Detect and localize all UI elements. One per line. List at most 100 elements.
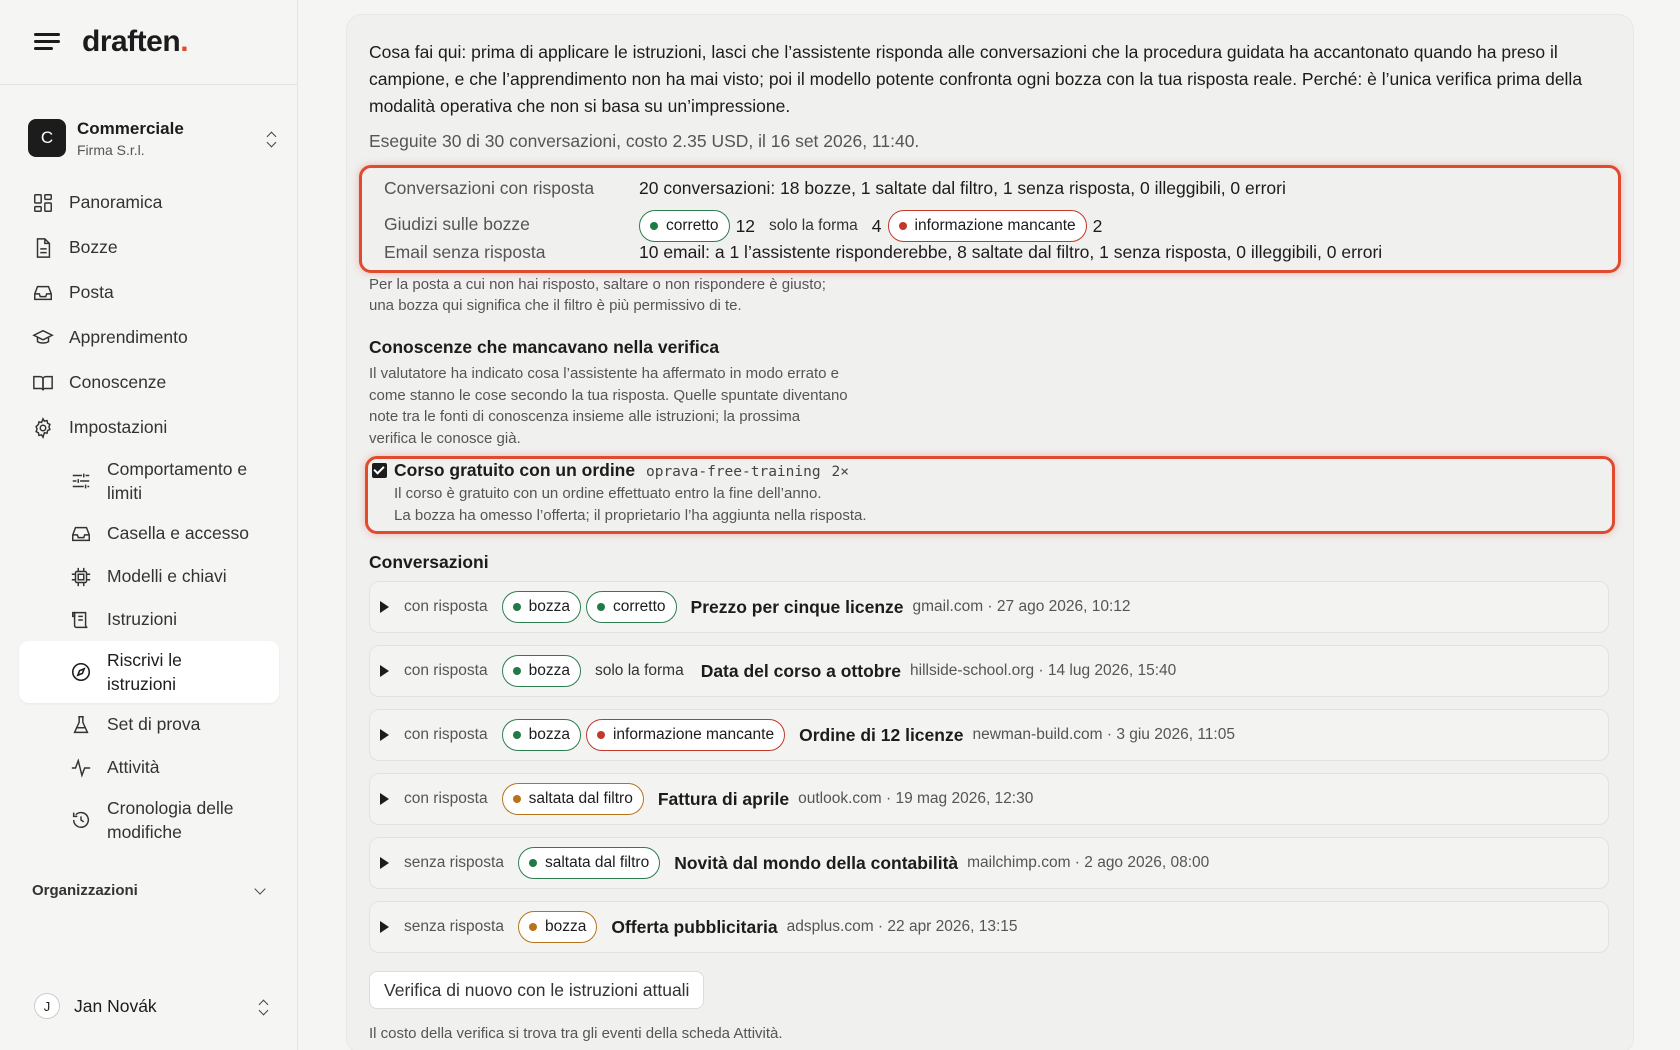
sidebar-item-istruzioni[interactable]: Istruzioni — [0, 598, 298, 641]
expand-triangle-icon[interactable] — [380, 793, 389, 805]
org-switcher[interactable]: C Commerciale Firma S.r.l. — [28, 112, 278, 164]
brand-bar: draften. — [0, 0, 297, 85]
conversation-meta: newman-build.com · 3 giu 2026, 11:05 — [972, 726, 1235, 743]
conversation-meta: hillside-school.org · 14 lug 2026, 15:40 — [910, 662, 1177, 679]
book-icon — [33, 375, 53, 390]
run-summary: Eseguite 30 di 30 conversazioni, costo 2… — [369, 131, 920, 151]
expand-triangle-icon[interactable] — [380, 857, 389, 869]
history-icon — [72, 811, 90, 828]
verdict-missing-badge[interactable]: informazione mancante — [887, 210, 1087, 242]
sidebar-item-posta[interactable]: Posta — [0, 270, 298, 315]
conversation-subject: Fattura di aprile — [657, 788, 790, 809]
org-subtitle: Firma S.r.l. — [77, 141, 145, 158]
conversation-subject: Data del corso a ottobre — [700, 660, 902, 681]
expand-triangle-icon[interactable] — [380, 601, 389, 613]
sidebar-item-modelli[interactable]: Modelli e chiavi — [0, 555, 298, 598]
sidebar-item-cronologia[interactable]: Cronologia delle modifiche — [0, 789, 298, 851]
inbox-icon — [72, 526, 90, 541]
tag-plain: solo la forma — [594, 662, 684, 679]
scroll-icon — [72, 611, 88, 628]
conversation-subject: Ordine di 12 licenze — [799, 724, 964, 745]
sidebar-item-panoramica[interactable]: Panoramica — [0, 180, 298, 225]
sidebar-item-apprendimento[interactable]: Apprendimento — [0, 315, 298, 360]
conversation-subject: Novità dal mondo della contabilità — [674, 852, 959, 873]
conversations-title: Conversazioni — [369, 552, 489, 572]
compass-icon — [71, 662, 91, 682]
conversation-subject: Prezzo per cinque licenze — [690, 596, 904, 617]
conversation-row[interactable]: con risposta saltata dal filtro Fattura … — [369, 773, 1609, 825]
knowledge-item-title: Corso gratuito con un ordine — [394, 460, 636, 480]
chevron-down-icon — [254, 882, 266, 895]
knowledge-item: Corso gratuito con un ordine oprava-free… — [365, 456, 1615, 534]
sidebar-item-casella[interactable]: Casella e accesso — [0, 512, 298, 555]
stat-answered: Conversazioni con risposta 20 conversazi… — [384, 178, 1286, 198]
conversation-meta: gmail.com · 27 ago 2026, 10:12 — [912, 598, 1131, 615]
verdict-form-count: 4 — [871, 215, 882, 236]
tag-badge: bozza — [501, 655, 581, 687]
conversation-meta: mailchimp.com · 2 ago 2026, 08:00 — [967, 854, 1210, 871]
knowledge-checkbox[interactable] — [372, 463, 387, 478]
chevron-up-down-icon — [264, 129, 278, 148]
sidebar-item-set-di-prova[interactable]: Set di prova — [0, 703, 298, 746]
avatar: J — [34, 993, 60, 1019]
logo[interactable]: draften. — [82, 25, 189, 59]
graduation-cap-icon — [32, 329, 54, 344]
recheck-button[interactable]: Verifica di nuovo con le istruzioni attu… — [369, 971, 705, 1009]
grid-icon — [34, 193, 52, 212]
flask-icon — [73, 715, 89, 733]
conversation-subject: Offerta pubblicitaria — [611, 916, 778, 937]
sidebar-nav: Panoramica Bozze Posta Apprendimento Con… — [0, 180, 298, 851]
knowledge-section-title: Conoscenze che mancavano nella verifica — [369, 337, 720, 357]
stat-unanswered: Email senza risposta 10 email: a 1 l’ass… — [384, 242, 1383, 262]
org-avatar: C — [28, 119, 66, 157]
tag-badge: informazione mancante — [585, 719, 786, 751]
sidebar-item-riscrivi[interactable]: Riscrivi le istruzioni — [19, 641, 279, 703]
conversation-row[interactable]: con risposta bozza solo la forma Data de… — [369, 645, 1609, 697]
stats-highlight: Conversazioni con risposta 20 conversazi… — [359, 165, 1621, 273]
tag-badge: bozza — [501, 719, 581, 751]
main-panel: Cosa fai qui: prima di applicare le istr… — [346, 14, 1634, 1050]
sidebar-item-conoscenze[interactable]: Conoscenze — [0, 360, 298, 405]
knowledge-item-code: oprava-free-training — [645, 464, 821, 480]
conversation-meta: adsplus.com · 22 apr 2026, 13:15 — [786, 918, 1018, 935]
user-name: Jan Novák — [74, 995, 157, 1016]
expand-triangle-icon[interactable] — [380, 921, 389, 933]
chip-icon — [71, 567, 91, 586]
conversation-row[interactable]: senza risposta bozza Offerta pubblicitar… — [369, 901, 1609, 953]
tag-badge: saltata dal filtro — [517, 847, 661, 879]
sidebar-item-comportamento[interactable]: Comportamento e limiti — [0, 450, 298, 512]
sidebar-item-attivita[interactable]: Attività — [0, 746, 298, 789]
organizations-toggle[interactable]: Organizzazioni — [32, 882, 268, 899]
verdict-correct-badge[interactable]: corretto — [639, 210, 730, 242]
tag-badge: saltata dal filtro — [501, 783, 644, 815]
org-name: Commerciale — [77, 118, 184, 138]
gear-icon — [35, 416, 51, 439]
knowledge-item-line: Il corso è gratuito con un ordine effett… — [394, 485, 822, 502]
sidebar: draften. C Commerciale Firma S.r.l. Pano… — [0, 0, 298, 1050]
conversation-row[interactable]: senza risposta saltata dal filtro Novità… — [369, 837, 1609, 889]
sidebar-item-impostazioni[interactable]: Impostazioni — [0, 405, 298, 450]
inbox-icon — [34, 285, 52, 300]
verdict-form-label[interactable]: solo la forma — [769, 217, 858, 235]
user-menu[interactable]: J Jan Novák — [34, 993, 270, 1019]
verdict-missing-count: 2 — [1092, 215, 1103, 236]
sliders-icon — [72, 473, 90, 489]
intro-text: Cosa fai qui: prima di applicare le istr… — [369, 42, 1583, 116]
activity-icon — [71, 757, 91, 778]
conversation-meta: outlook.com · 19 mag 2026, 12:30 — [798, 790, 1034, 807]
chevron-up-down-icon — [256, 997, 270, 1016]
filter-note: Per la posta a cui non hai risposto, sal… — [369, 276, 826, 314]
document-icon — [36, 237, 51, 258]
knowledge-item-line: La bozza ha omesso l’offerta; il proprie… — [394, 507, 867, 524]
verdict-correct-count: 12 — [735, 215, 756, 236]
expand-triangle-icon[interactable] — [380, 665, 389, 677]
tag-badge: bozza — [501, 591, 581, 623]
conversation-row[interactable]: con risposta bozza informazione mancante… — [369, 709, 1609, 761]
conversation-row[interactable]: con risposta bozza corretto Prezzo per c… — [369, 581, 1609, 633]
cost-note: Il costo della verifica si trova tra gli… — [369, 1025, 783, 1042]
tag-badge: bozza — [517, 911, 598, 943]
sidebar-item-bozze[interactable]: Bozze — [0, 225, 298, 270]
expand-triangle-icon[interactable] — [380, 729, 389, 741]
tag-badge: corretto — [585, 591, 677, 623]
menu-icon[interactable] — [34, 32, 60, 52]
